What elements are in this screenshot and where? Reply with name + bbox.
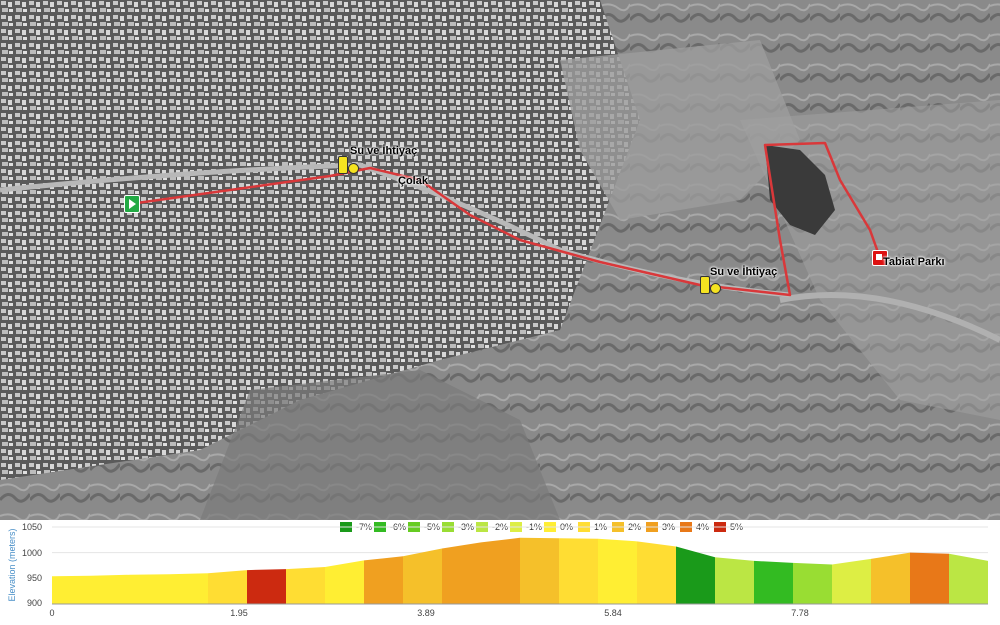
finish-marker-label: Tabiat Parkı bbox=[883, 256, 945, 268]
water-marker-label: Su ve İhtiyaç bbox=[350, 145, 418, 157]
elevation-segment[interactable] bbox=[325, 560, 364, 604]
elevation-segment[interactable] bbox=[91, 574, 130, 604]
elevation-segment[interactable] bbox=[169, 573, 208, 604]
finish-flag-icon bbox=[876, 254, 882, 260]
elevation-profile: -7% -6% -5% -3% -2% -1% 0% 1% 2% 3% 4% 5% Elevation… bbox=[0, 520, 1000, 625]
elevation-segment[interactable] bbox=[364, 556, 403, 604]
elevation-segment[interactable] bbox=[559, 538, 598, 604]
elevation-segment[interactable] bbox=[715, 557, 754, 604]
elevation-chart[interactable] bbox=[0, 520, 1000, 625]
elevation-segment[interactable] bbox=[871, 552, 910, 604]
elevation-segment[interactable] bbox=[598, 538, 637, 604]
satellite-map[interactable]: Su ve İhtiyaç Çolak Su ve İhtiyaç Tabiat… bbox=[0, 0, 1000, 520]
waypoint-label: Çolak bbox=[398, 175, 428, 187]
elevation-segment[interactable] bbox=[403, 548, 442, 604]
x-tick-label: 1.95 bbox=[230, 608, 248, 618]
elevation-segment[interactable] bbox=[208, 570, 247, 604]
start-marker[interactable] bbox=[124, 195, 140, 213]
elevation-segment[interactable] bbox=[442, 542, 481, 604]
water-bottle-icon bbox=[700, 276, 710, 294]
water-bottle-icon bbox=[338, 156, 348, 174]
elevation-segment[interactable] bbox=[130, 574, 169, 604]
elevation-segment[interactable] bbox=[286, 567, 325, 604]
elevation-segment[interactable] bbox=[676, 546, 715, 604]
elevation-segment[interactable] bbox=[910, 552, 949, 604]
elevation-segment[interactable] bbox=[52, 575, 91, 604]
elevation-segment[interactable] bbox=[637, 541, 676, 604]
play-flag-icon bbox=[129, 199, 136, 209]
elevation-segment[interactable] bbox=[481, 537, 520, 604]
elevation-segment[interactable] bbox=[832, 558, 871, 604]
x-tick-label: 0 bbox=[49, 608, 55, 618]
elevation-segment[interactable] bbox=[754, 560, 793, 604]
elevation-segment[interactable] bbox=[247, 569, 286, 604]
x-tick-label: 7.78 bbox=[791, 608, 809, 618]
x-tick-label: 5.84 bbox=[604, 608, 622, 618]
elevation-segment[interactable] bbox=[949, 553, 988, 604]
elevation-segment[interactable] bbox=[793, 562, 832, 604]
water-marker-label: Su ve İhtiyaç bbox=[710, 266, 778, 278]
route-layer bbox=[129, 141, 882, 297]
x-tick-label: 3.89 bbox=[417, 608, 435, 618]
water-marker[interactable] bbox=[338, 154, 360, 174]
elevation-segment[interactable] bbox=[520, 537, 559, 604]
